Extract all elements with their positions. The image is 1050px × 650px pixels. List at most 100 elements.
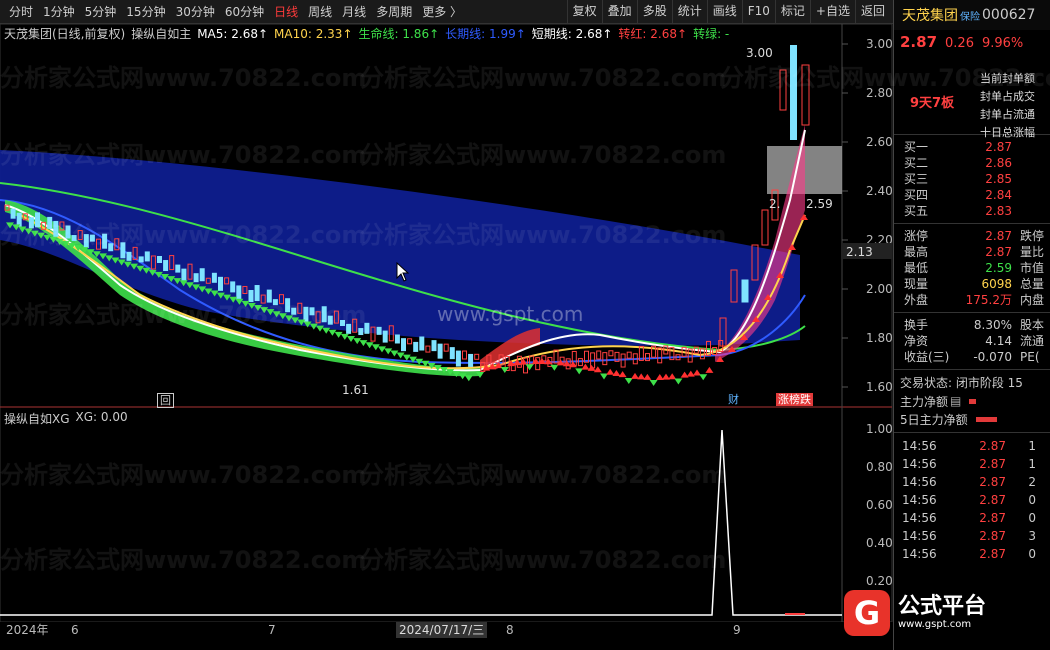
tick-price: 2.87 <box>979 529 1006 543</box>
mid-left-annotation: 2. <box>769 197 780 211</box>
short-line-value: 短期线: 2.68↑ <box>531 27 613 41</box>
kline-chart[interactable]: 3.002.802.602.402.202.001.801.60 1.000.8… <box>0 0 893 622</box>
divider <box>894 369 1050 370</box>
candle <box>340 319 345 326</box>
flow-bar <box>975 416 997 422</box>
candle <box>199 268 205 282</box>
current-price-tag: 2.13 <box>846 245 873 259</box>
y-tick-label: 3.00 <box>866 37 893 51</box>
quote-label: 现量 <box>904 277 929 291</box>
tick-price: 2.87 <box>979 493 1006 507</box>
tick-row: 14:56 2.87 3 <box>894 527 1050 545</box>
quote-extra: 量比 <box>1020 245 1045 259</box>
candle <box>413 341 419 352</box>
candle <box>394 334 400 344</box>
up-arrow-icon <box>631 372 639 379</box>
candle <box>181 268 187 281</box>
tick-time: 14:56 <box>902 529 937 543</box>
down-arrow-icon <box>402 354 411 361</box>
down-arrow-icon <box>674 378 683 385</box>
candle <box>303 306 309 322</box>
candle <box>144 251 150 262</box>
down-arrow-icon <box>378 346 386 353</box>
down-arrow-icon <box>699 374 708 381</box>
tick-list[interactable]: 14:56 2.87 1 14:56 2.87 1 14:56 2.87 2 14:56 2.87 0… <box>894 437 1050 563</box>
candle <box>193 273 199 283</box>
stock-name[interactable]: 天茂集团 <box>894 5 958 25</box>
life-line-value: 生命线: 1.86↑ <box>358 27 440 41</box>
tick-price: 2.87 <box>979 511 1006 525</box>
list-icon[interactable]: ▤ <box>950 394 961 408</box>
tick-price: 2.87 <box>979 439 1006 453</box>
lhb-badge[interactable]: 涨榜跌 <box>776 393 813 406</box>
limit-info-line: 封单占成交 <box>980 90 1035 103</box>
candle <box>175 264 181 273</box>
stock-code: 000627 <box>982 7 1036 23</box>
stats-list: 涨停 2.87 跌停 最高 2.87 量比 最低 2.59 市值 现量 6098 总量 外盘 175.2万… <box>894 228 1050 308</box>
tick-time: 14:56 <box>902 493 937 507</box>
x-cursor-date: 2024/07/17/三 <box>396 622 488 638</box>
quote-row: 买五 2.83 <box>894 203 1050 219</box>
candle <box>468 353 474 367</box>
up-arrow-icon <box>643 373 652 380</box>
box-badge[interactable]: 回 <box>157 393 174 408</box>
turn-green-value: 转绿: - <box>693 27 730 41</box>
tick-vol: 1 <box>1028 457 1036 471</box>
down-arrow-icon <box>384 348 393 355</box>
quote-value: 2.87 <box>985 229 1012 243</box>
down-arrow-icon <box>371 344 380 351</box>
chart-title: 天茂集团(日线,前复权) <box>4 27 126 41</box>
price-row: 2.87 0.26 9.96% <box>894 30 1050 52</box>
quote-extra: 股本 <box>1020 318 1045 332</box>
indicator-name[interactable]: 操纵自如主 <box>131 27 191 41</box>
capital-flow-list: 主力净额 ▤ 5日主力净额 <box>894 392 1050 428</box>
tick-time: 14:56 <box>902 475 937 489</box>
down-arrow-icon <box>334 331 343 338</box>
candle <box>108 243 114 252</box>
candle <box>28 217 34 229</box>
y-tick-label: 2.60 <box>866 135 893 149</box>
down-arrow-icon <box>322 327 331 334</box>
sub-chart-title[interactable]: 操纵自如XG <box>4 410 70 427</box>
candle <box>291 307 297 315</box>
down-arrow-icon <box>396 352 405 359</box>
up-arrow-icon <box>612 370 621 377</box>
flow-label: 主力净额 <box>900 394 949 409</box>
y-tick-label: 1.60 <box>866 380 893 394</box>
quote-value: 2.84 <box>985 188 1012 202</box>
quote-label: 最高 <box>904 245 929 259</box>
quote-extra: 内盘 <box>1020 293 1045 307</box>
limit-streak: 9天7板 <box>910 96 955 111</box>
quote-row: 换手 8.30% 股本 <box>894 317 1050 333</box>
quote-value: 175.2万 <box>965 293 1012 307</box>
up-arrow-icon <box>618 371 627 378</box>
candle <box>382 330 388 343</box>
down-arrow-icon <box>359 340 368 347</box>
up-arrow-icon <box>668 373 677 380</box>
gspt-logo-icon: G <box>844 590 890 636</box>
candle <box>596 350 602 360</box>
tick-row: 14:56 2.87 0 <box>894 545 1050 563</box>
candle <box>364 322 370 334</box>
candle <box>71 235 77 242</box>
flow-label: 5日主力净额 <box>900 412 968 427</box>
candle <box>443 343 449 352</box>
sub-y-axis: 1.000.800.600.400.20 <box>866 422 893 588</box>
tick-time: 14:56 <box>902 439 937 453</box>
candle <box>236 285 242 301</box>
quote-row: 最高 2.87 量比 <box>894 244 1050 260</box>
tick-vol: 0 <box>1028 493 1036 507</box>
candle <box>53 220 59 237</box>
candle <box>358 328 364 336</box>
high-annotation: 3.00 <box>746 46 773 60</box>
candle <box>761 209 769 246</box>
y-tick-label: 2.40 <box>866 184 893 198</box>
x-label: 6 <box>71 623 79 637</box>
y-tick-label: 0.80 <box>866 460 893 474</box>
y-tick-label: 1.00 <box>866 422 893 436</box>
tick-price: 2.87 <box>979 457 1006 471</box>
quote-row: 净资 4.14 流通 <box>894 333 1050 349</box>
tick-vol: 0 <box>1028 547 1036 561</box>
finance-badge[interactable]: 财 <box>726 393 741 406</box>
y-tick-label: 0.60 <box>866 498 893 512</box>
